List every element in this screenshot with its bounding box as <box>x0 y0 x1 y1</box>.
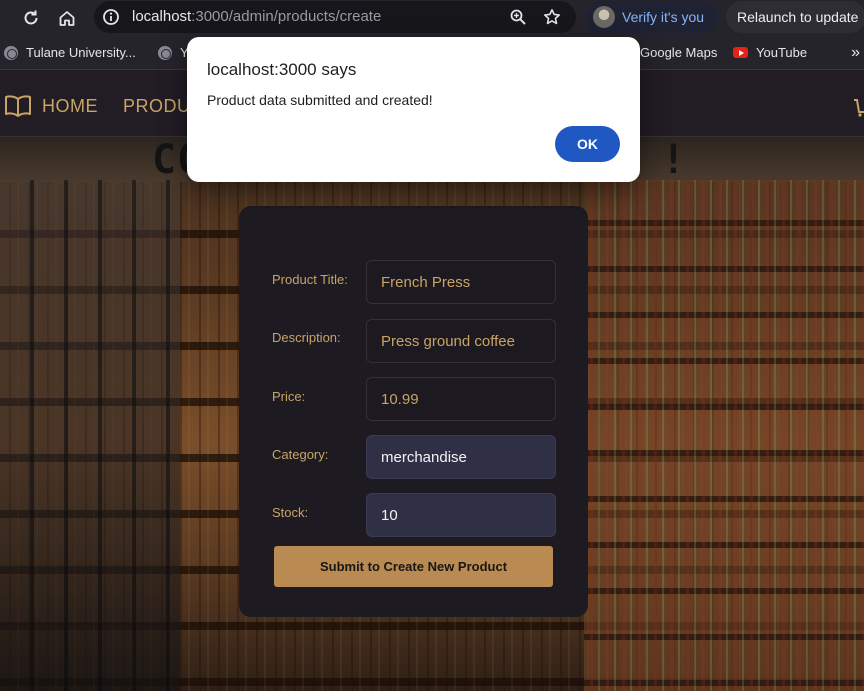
description-input[interactable]: Press ground coffee <box>366 319 556 363</box>
price-label: Price: <box>272 389 306 404</box>
bookmark-y[interactable]: Y <box>158 45 189 60</box>
product-title-input[interactable]: French Press <box>366 260 556 304</box>
bookmark-star-icon[interactable] <box>541 6 563 28</box>
browser-toolbar: localhost:3000/admin/products/create Ver… <box>0 0 864 36</box>
product-title-label: Product Title: <box>272 272 348 287</box>
site-info-icon[interactable] <box>100 6 122 28</box>
stock-label: Stock: <box>272 505 309 520</box>
create-product-form: Product Title: French Press Description:… <box>239 206 588 617</box>
verify-label: Verify it's you <box>622 9 705 25</box>
stock-input[interactable]: 10 <box>366 493 556 537</box>
dialog-title: localhost:3000 says <box>207 60 357 79</box>
book-logo-icon[interactable] <box>4 94 32 118</box>
zoom-icon[interactable] <box>507 6 529 28</box>
bookmark-google-maps[interactable]: Google Maps <box>640 45 717 60</box>
dialog-message: Product data submitted and created! <box>207 92 433 108</box>
nav-home-link[interactable]: HOME <box>42 96 98 117</box>
globe-icon <box>4 45 18 60</box>
relaunch-label: Relaunch to update <box>737 9 859 25</box>
relaunch-button[interactable]: Relaunch to update <box>726 1 864 33</box>
background-left-shelves <box>0 180 180 691</box>
category-input[interactable]: merchandise <box>366 435 556 479</box>
dialog-ok-button[interactable]: OK <box>555 126 620 162</box>
background-right-shelves <box>584 180 864 691</box>
url-text[interactable]: localhost:3000/admin/products/create <box>132 8 381 25</box>
submit-create-product-button[interactable]: Submit to Create New Product <box>274 546 553 587</box>
globe-icon <box>158 45 172 60</box>
youtube-icon <box>733 47 748 58</box>
reload-icon[interactable] <box>20 7 42 29</box>
price-input[interactable]: 10.99 <box>366 377 556 421</box>
bookmark-tulane[interactable]: Tulane University... <box>4 45 136 60</box>
profile-avatar <box>593 6 615 28</box>
more-bookmarks-icon[interactable]: » <box>851 44 860 62</box>
description-label: Description: <box>272 330 341 345</box>
cart-icon[interactable] <box>852 96 864 118</box>
category-label: Category: <box>272 447 329 462</box>
bookmark-youtube[interactable]: YouTube <box>733 45 807 60</box>
alert-dialog: localhost:3000 says Product data submitt… <box>187 37 640 182</box>
verify-identity-button[interactable]: Verify it's you <box>585 1 719 33</box>
home-icon[interactable] <box>56 7 78 29</box>
